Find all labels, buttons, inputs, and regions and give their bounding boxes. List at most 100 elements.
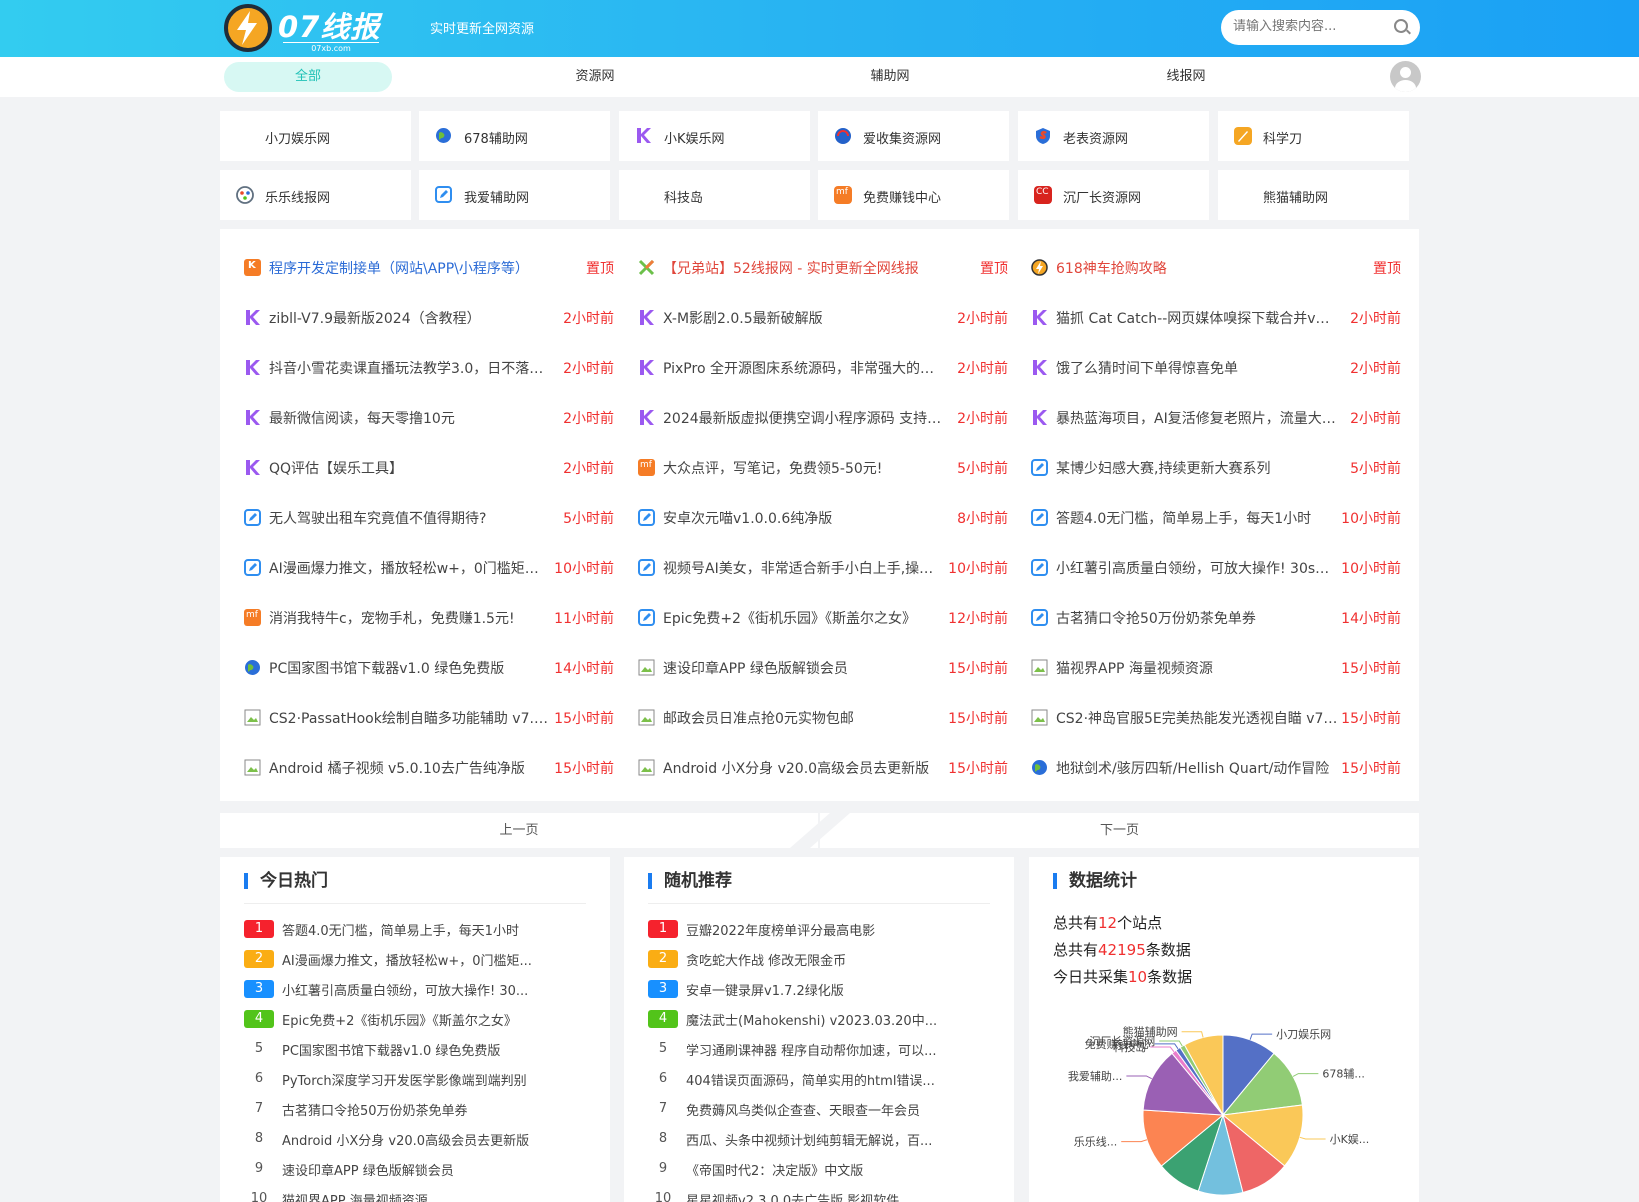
news-title[interactable]: 消消我特牛c，宠物手札，免费赚1.5元!: [269, 608, 551, 628]
news-title[interactable]: 某博少妇感大赛,持续更新大赛系列: [1056, 458, 1338, 478]
rank-title[interactable]: AI漫画爆力推文，播放轻松w+，0门槛矩...: [282, 950, 572, 969]
rank-list-item[interactable]: 1 豆瓣2022年度榜单评分最高电影: [648, 918, 968, 940]
news-item[interactable]: 答题4.0无门槛，简单易上手，每天1小时 10小时前: [1031, 507, 1401, 527]
rank-title[interactable]: 免费薅风鸟类似企查查、天眼查一年会员: [686, 1100, 976, 1119]
lightning-logo-icon[interactable]: [224, 4, 272, 52]
rank-list-item[interactable]: 4 Epic免费+2《街机乐园》《斯盖尔之女》: [244, 1008, 564, 1030]
news-item[interactable]: 小红薯引高质量白领纷，可放大操作! 30s一条 10小时前: [1031, 557, 1401, 577]
site-card[interactable]: CC 沉厂长资源网: [1018, 170, 1209, 220]
news-item[interactable]: 速设印章APP 绿色版解锁会员 15小时前: [638, 657, 1008, 677]
rank-title[interactable]: 贪吃蛇大作战 修改无限金币: [686, 950, 976, 969]
news-title[interactable]: zibll-V7.9最新版2024（含教程）: [269, 308, 551, 328]
news-title[interactable]: 速设印章APP 绿色版解锁会员: [663, 658, 945, 678]
news-title[interactable]: CS2·神岛官服5E完美热能发光透视自瞄 v7.19: [1056, 708, 1338, 728]
news-item[interactable]: PC国家图书馆下载器v1.0 绿色免费版 14小时前: [244, 657, 614, 677]
news-item[interactable]: 抖音小雪花卖课直播玩法教学3.0，日不落无人直播 2小时前: [244, 357, 614, 377]
logo-text[interactable]: 07线报: [278, 4, 380, 46]
news-item[interactable]: mf 消消我特牛c，宠物手札，免费赚1.5元! 11小时前: [244, 607, 614, 627]
news-item[interactable]: 猫视界APP 海量视频资源 15小时前: [1031, 657, 1401, 677]
rank-title[interactable]: 学习通刷课神器 程序自动帮你加速，可以...: [686, 1040, 976, 1059]
news-item[interactable]: AI漫画爆力推文，播放轻松w+，0门槛矩阵操作 10小时前: [244, 557, 614, 577]
rank-list-item[interactable]: 6 PyTorch深度学习开发医学影像端到端判别: [244, 1068, 564, 1090]
news-title[interactable]: 618神车抢购攻略: [1056, 258, 1338, 278]
rank-list-item[interactable]: 1 答题4.0无门槛，简单易上手，每天1小时: [244, 918, 564, 940]
news-item[interactable]: 古茗猜口令抢50万份奶茶免单券 14小时前: [1031, 607, 1401, 627]
news-item[interactable]: 2024最新版虚拟便携空调小程序源码 支持流量主 2小时前: [638, 407, 1008, 427]
rank-title[interactable]: PyTorch深度学习开发医学影像端到端判别: [282, 1070, 572, 1089]
news-item[interactable]: 地狱剑术/骇厉四斩/Hellish Quart/动作冒险 15小时前: [1031, 757, 1401, 777]
rank-list-item[interactable]: 9 速设印章APP 绿色版解锁会员: [244, 1158, 564, 1180]
news-title[interactable]: 大众点评，写笔记，免费领5-50元!: [663, 458, 945, 478]
rank-title[interactable]: 魔法武士(Mahokenshi) v2023.03.20中...: [686, 1010, 976, 1029]
news-title[interactable]: 猫视界APP 海量视频资源: [1056, 658, 1338, 678]
rank-title[interactable]: 豆瓣2022年度榜单评分最高电影: [686, 920, 976, 939]
news-title[interactable]: 小红薯引高质量白领纷，可放大操作! 30s一条: [1056, 558, 1338, 578]
news-title[interactable]: 视频号AI美女，非常适合新手小白上手,操作简单: [663, 558, 945, 578]
rank-title[interactable]: 《帝国时代2：决定版》中文版: [686, 1160, 976, 1179]
rank-title[interactable]: Epic免费+2《街机乐园》《斯盖尔之女》: [282, 1010, 572, 1029]
news-title[interactable]: 暴热蓝海项目，AI复活修复老照片，流量大收益高: [1056, 408, 1338, 428]
rank-list-item[interactable]: 3 小红薯引高质量白领纷，可放大操作! 30...: [244, 978, 564, 1000]
rank-list-item[interactable]: 7 古茗猜口令抢50万份奶茶免单券: [244, 1098, 564, 1120]
rank-list-item[interactable]: 2 AI漫画爆力推文，播放轻松w+，0门槛矩...: [244, 948, 564, 970]
rank-list-item[interactable]: 5 学习通刷课神器 程序自动帮你加速，可以...: [648, 1038, 968, 1060]
rank-title[interactable]: 星星视频v2.3.0.0去广告版 影视软件: [686, 1190, 976, 1202]
news-title[interactable]: 安卓次元喵v1.0.0.6纯净版: [663, 508, 945, 528]
rank-title[interactable]: 西瓜、头条中视频计划纯剪辑无解说，百...: [686, 1130, 976, 1149]
rank-title[interactable]: PC国家图书馆下载器v1.0 绿色免费版: [282, 1040, 572, 1059]
news-item[interactable]: 猫抓 Cat Catch--网页媒体嗅探下载合并v2.5.3 2小时前: [1031, 307, 1401, 327]
site-card[interactable]: 熊猫辅助网: [1218, 170, 1409, 220]
news-item[interactable]: Android 小X分身 v20.0高级会员去更新版 15小时前: [638, 757, 1008, 777]
site-card[interactable]: 老表资源网: [1018, 111, 1209, 161]
rank-list-item[interactable]: 2 贪吃蛇大作战 修改无限金币: [648, 948, 968, 970]
news-item[interactable]: QQ评估【娱乐工具】 2小时前: [244, 457, 614, 477]
news-item[interactable]: CS2·神岛官服5E完美热能发光透视自瞄 v7.19 15小时前: [1031, 707, 1401, 727]
tab-all[interactable]: 全部: [224, 62, 392, 92]
rank-list-item[interactable]: 10 猫视界APP 海量视频资源: [244, 1188, 564, 1202]
search-box[interactable]: [1221, 10, 1420, 45]
rank-list-item[interactable]: 3 安卓一键录屏v1.7.2绿化版: [648, 978, 968, 1000]
news-item[interactable]: mf 大众点评，写笔记，免费领5-50元! 5小时前: [638, 457, 1008, 477]
site-card[interactable]: 小K娱乐网: [619, 111, 810, 161]
news-title[interactable]: 无人驾驶出租车究竟值不值得期待?: [269, 508, 551, 528]
rank-title[interactable]: 猫视界APP 海量视频资源: [282, 1190, 572, 1202]
rank-title[interactable]: Android 小X分身 v20.0高级会员去更新版: [282, 1130, 572, 1149]
news-title[interactable]: 邮政会员日准点抢0元实物包邮: [663, 708, 945, 728]
news-item[interactable]: 饿了么猜时间下单得惊喜免单 2小时前: [1031, 357, 1401, 377]
news-title[interactable]: 2024最新版虚拟便携空调小程序源码 支持流量主: [663, 408, 945, 428]
site-card[interactable]: 我爱辅助网: [419, 170, 610, 220]
news-item[interactable]: PixPro 全开源图床系统源码，非常强大的压缩功能 2小时前: [638, 357, 1008, 377]
news-title[interactable]: 猫抓 Cat Catch--网页媒体嗅探下载合并v2.5.3: [1056, 308, 1338, 328]
rank-title[interactable]: 答题4.0无门槛，简单易上手，每天1小时: [282, 920, 572, 939]
rank-list-item[interactable]: 10 星星视频v2.3.0.0去广告版 影视软件: [648, 1188, 968, 1202]
news-title[interactable]: 【兄弟站】52线报网 - 实时更新全网线报: [663, 258, 945, 278]
news-title[interactable]: Android 小X分身 v20.0高级会员去更新版: [663, 758, 945, 778]
news-item[interactable]: 最新微信阅读，每天零撸10元 2小时前: [244, 407, 614, 427]
rank-title[interactable]: 安卓一键录屏v1.7.2绿化版: [686, 980, 976, 999]
news-title[interactable]: 饿了么猜时间下单得惊喜免单: [1056, 358, 1338, 378]
news-title[interactable]: AI漫画爆力推文，播放轻松w+，0门槛矩阵操作: [269, 558, 551, 578]
news-item[interactable]: 某博少妇感大赛,持续更新大赛系列 5小时前: [1031, 457, 1401, 477]
rank-title[interactable]: 404错误页面源码，简单实用的html错误...: [686, 1070, 976, 1089]
news-item[interactable]: 安卓次元喵v1.0.0.6纯净版 8小时前: [638, 507, 1008, 527]
news-title[interactable]: Android 橘子视频 v5.0.10去广告纯净版: [269, 758, 551, 778]
site-card[interactable]: 爱收集资源网: [818, 111, 1009, 161]
news-item[interactable]: 视频号AI美女，非常适合新手小白上手,操作简单 10小时前: [638, 557, 1008, 577]
rank-title[interactable]: 速设印章APP 绿色版解锁会员: [282, 1160, 572, 1179]
search-input[interactable]: [1233, 19, 1383, 34]
news-title[interactable]: 抖音小雪花卖课直播玩法教学3.0，日不落无人直播: [269, 358, 551, 378]
news-item[interactable]: X-M影剧2.0.5最新破解版 2小时前: [638, 307, 1008, 327]
site-card[interactable]: 乐乐线报网: [220, 170, 411, 220]
prev-page-button[interactable]: 上一页: [220, 813, 818, 848]
rank-title[interactable]: 小红薯引高质量白领纷，可放大操作! 30...: [282, 980, 572, 999]
news-item[interactable]: CS2·PassatHook绘制自瞄多功能辅助 v7.19 15小时前: [244, 707, 614, 727]
news-item[interactable]: zibll-V7.9最新版2024（含教程） 2小时前: [244, 307, 614, 327]
rank-list-item[interactable]: 6 404错误页面源码，简单实用的html错误...: [648, 1068, 968, 1090]
news-title[interactable]: QQ评估【娱乐工具】: [269, 458, 551, 478]
tab-xianbao[interactable]: 线报网: [1102, 62, 1270, 92]
news-title[interactable]: 答题4.0无门槛，简单易上手，每天1小时: [1056, 508, 1338, 528]
site-card[interactable]: mf 免费赚钱中心: [818, 170, 1009, 220]
tab-resource[interactable]: 资源网: [511, 62, 679, 92]
news-title[interactable]: CS2·PassatHook绘制自瞄多功能辅助 v7.19: [269, 708, 551, 728]
pinned-news-item[interactable]: 618神车抢购攻略 置顶: [1031, 257, 1401, 277]
